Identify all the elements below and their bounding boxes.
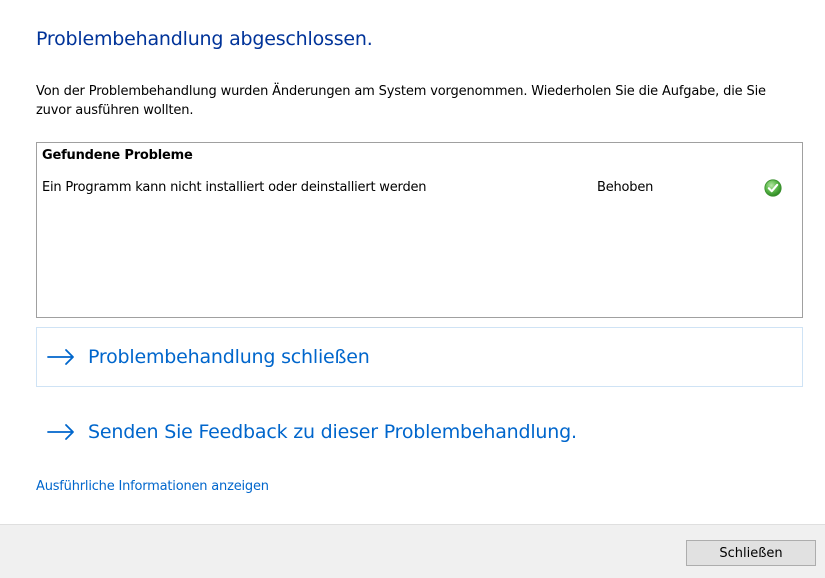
- send-feedback-label: Senden Sie Feedback zu dieser Problembeh…: [88, 421, 577, 443]
- close-button[interactable]: Schließen: [686, 540, 816, 566]
- footer-bar: Schließen: [0, 524, 825, 578]
- problem-row: Ein Programm kann nicht installiert oder…: [42, 179, 797, 200]
- close-troubleshooter-label: Problembehandlung schließen: [88, 346, 370, 368]
- close-troubleshooter-link[interactable]: Problembehandlung schließen: [36, 327, 803, 387]
- problem-name: Ein Programm kann nicht installiert oder…: [42, 180, 427, 195]
- description-text: Von der Problembehandlung wurden Änderun…: [36, 84, 766, 118]
- page-title: Problembehandlung abgeschlossen.: [36, 28, 373, 50]
- problem-status: Behoben: [597, 180, 654, 195]
- details-link[interactable]: Ausführliche Informationen anzeigen: [36, 479, 269, 494]
- check-icon: [764, 179, 782, 197]
- arrow-right-icon: [47, 424, 74, 440]
- problems-header: Gefundene Probleme: [42, 148, 193, 163]
- problems-panel: Gefundene Probleme Ein Programm kann nic…: [36, 142, 803, 318]
- arrow-right-icon: [47, 349, 74, 365]
- send-feedback-link[interactable]: Senden Sie Feedback zu dieser Problembeh…: [36, 402, 577, 462]
